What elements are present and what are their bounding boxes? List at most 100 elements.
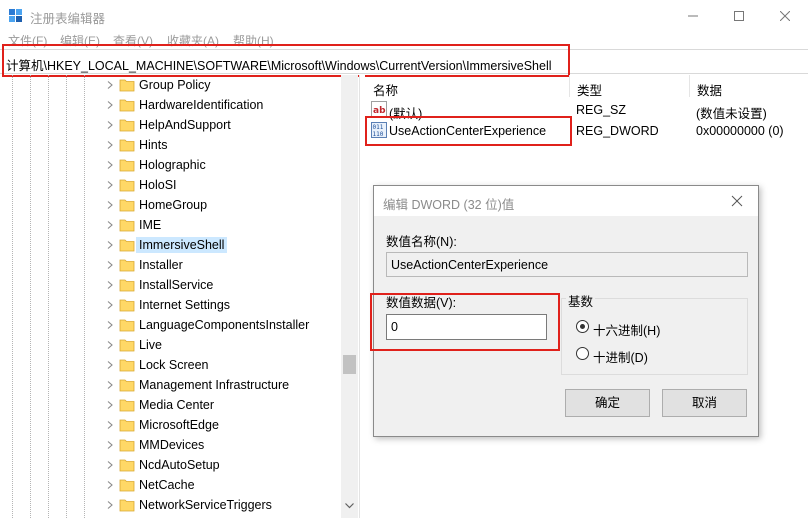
tree-item-label: HoloSI (139, 178, 177, 192)
tree-item[interactable]: NetCache (104, 475, 340, 495)
chevron-right-icon[interactable] (106, 101, 114, 109)
ok-button[interactable]: 确定 (565, 389, 650, 417)
tree-item[interactable]: ImmersiveShell (104, 235, 340, 255)
value-data-text[interactable]: 0 (391, 320, 398, 334)
tree-item[interactable]: LanguageComponentsInstaller (104, 315, 340, 335)
chevron-right-icon[interactable] (106, 241, 114, 249)
chevron-right-icon[interactable] (106, 201, 114, 209)
chevron-right-icon[interactable] (106, 401, 114, 409)
chevron-right-icon[interactable] (106, 161, 114, 169)
tree-item[interactable]: Holographic (104, 155, 340, 175)
tree-item[interactable]: Installer (104, 255, 340, 275)
folder-icon (119, 379, 135, 392)
chevron-right-icon[interactable] (106, 361, 114, 369)
pane-splitter[interactable] (359, 75, 365, 518)
chevron-right-icon[interactable] (106, 181, 114, 189)
close-button[interactable] (762, 0, 808, 31)
list-item[interactable]: 011 110 UseActionCenterExperience REG_DW… (366, 120, 808, 141)
chevron-right-icon[interactable] (106, 441, 114, 449)
menu-favorites[interactable]: 收藏夹(A) (167, 32, 219, 49)
tree-item-label: NetCache (139, 478, 195, 492)
tree-item-label: Holographic (139, 158, 206, 172)
tree-item[interactable]: HoloSI (104, 175, 340, 195)
chevron-right-icon[interactable] (106, 481, 114, 489)
tree-item[interactable]: HomeGroup (104, 195, 340, 215)
menu-file[interactable]: 文件(F) (8, 32, 47, 49)
value-name-field: UseActionCenterExperience (386, 252, 748, 277)
tree-item-label: LanguageComponentsInstaller (139, 318, 310, 332)
folder-icon (119, 279, 135, 292)
column-header-type[interactable]: 类型 (570, 75, 690, 98)
radio-selected-icon[interactable] (576, 320, 589, 333)
edit-dword-dialog: 编辑 DWORD (32 位)值 数值名称(N): UseActionCente… (373, 185, 759, 437)
folder-icon (119, 319, 135, 332)
chevron-right-icon[interactable] (106, 221, 114, 229)
folder-icon (119, 79, 135, 92)
chevron-right-icon[interactable] (106, 461, 114, 469)
chevron-right-icon[interactable] (106, 421, 114, 429)
tree-item[interactable]: Hints (104, 135, 340, 155)
svg-text:011: 011 (373, 124, 384, 131)
tree-item-label: HelpAndSupport (139, 118, 231, 132)
chevron-right-icon[interactable] (106, 381, 114, 389)
maximize-button[interactable] (716, 0, 762, 31)
chevron-right-icon[interactable] (106, 341, 114, 349)
dialog-title-bar: 编辑 DWORD (32 位)值 (374, 186, 758, 216)
chevron-right-icon[interactable] (106, 501, 114, 509)
folder-icon (119, 419, 135, 432)
column-header-data[interactable]: 数据 (690, 75, 808, 98)
chevron-right-icon[interactable] (106, 81, 114, 89)
tree-item-label: Internet Settings (139, 298, 231, 312)
folder-icon (119, 499, 135, 512)
menu-bar: 文件(F) 编辑(E) 查看(V) 收藏夹(A) 帮助(H) (0, 31, 808, 48)
tree-item[interactable]: Management Infrastructure (104, 375, 340, 395)
value-name: UseActionCenterExperience (389, 124, 547, 138)
chevron-right-icon[interactable] (106, 301, 114, 309)
chevron-right-icon[interactable] (106, 141, 114, 149)
chevron-right-icon[interactable] (106, 281, 114, 289)
radio-hexadecimal[interactable]: 十六进制(H) (576, 319, 676, 338)
tree-scrollbar[interactable] (341, 75, 358, 518)
address-path[interactable]: 计算机\HKEY_LOCAL_MACHINE\SOFTWARE\Microsof… (6, 55, 552, 74)
folder-icon (119, 179, 135, 192)
address-bar[interactable]: 计算机\HKEY_LOCAL_MACHINE\SOFTWARE\Microsof… (0, 49, 808, 74)
tree-item[interactable]: MMDevices (104, 435, 340, 455)
folder-icon (119, 159, 135, 172)
tree-item[interactable]: Group Policy (104, 75, 340, 95)
svg-text:ab: ab (373, 106, 386, 116)
column-header-name[interactable]: 名称 (366, 75, 570, 98)
folder-icon (119, 119, 135, 132)
scrollbar-thumb[interactable] (343, 355, 356, 374)
tree-item[interactable]: Internet Settings (104, 295, 340, 315)
folder-icon (119, 99, 135, 112)
minimize-button[interactable] (670, 0, 716, 31)
chevron-right-icon[interactable] (106, 321, 114, 329)
tree-item-label: HomeGroup (139, 198, 208, 212)
close-icon (780, 10, 790, 21)
tree-item[interactable]: MicrosoftEdge (104, 415, 340, 435)
close-icon[interactable] (730, 194, 744, 208)
chevron-right-icon[interactable] (106, 261, 114, 269)
tree-item[interactable]: HardwareIdentification (104, 95, 340, 115)
value-data: 0x00000000 (0) (696, 124, 784, 138)
tree-item[interactable]: InstallService (104, 275, 340, 295)
menu-help[interactable]: 帮助(H) (233, 32, 274, 49)
menu-edit[interactable]: 编辑(E) (60, 32, 100, 49)
menu-view[interactable]: 查看(V) (113, 32, 153, 49)
tree-item[interactable]: IME (104, 215, 340, 235)
radio-unselected-icon[interactable] (576, 347, 589, 360)
key-tree: Group Policy HardwareIdentification HelpAn… (0, 75, 359, 518)
radio-decimal[interactable]: 十进制(D) (576, 346, 676, 365)
value-data-input[interactable]: 0 (386, 314, 547, 340)
tree-item[interactable]: NcdAutoSetup (104, 455, 340, 475)
scroll-down-icon[interactable] (345, 503, 354, 509)
tree-item[interactable]: HelpAndSupport (104, 115, 340, 135)
tree-item[interactable]: NetworkServiceTriggers (104, 495, 340, 515)
chevron-right-icon[interactable] (106, 121, 114, 129)
tree-item[interactable]: Lock Screen (104, 355, 340, 375)
tree-item-label: Group Policy (139, 78, 211, 92)
tree-item[interactable]: Live (104, 335, 340, 355)
tree-item[interactable]: Media Center (104, 395, 340, 415)
cancel-button[interactable]: 取消 (662, 389, 747, 417)
list-item[interactable]: ab (默认) REG_SZ (数值未设置) (366, 99, 808, 121)
